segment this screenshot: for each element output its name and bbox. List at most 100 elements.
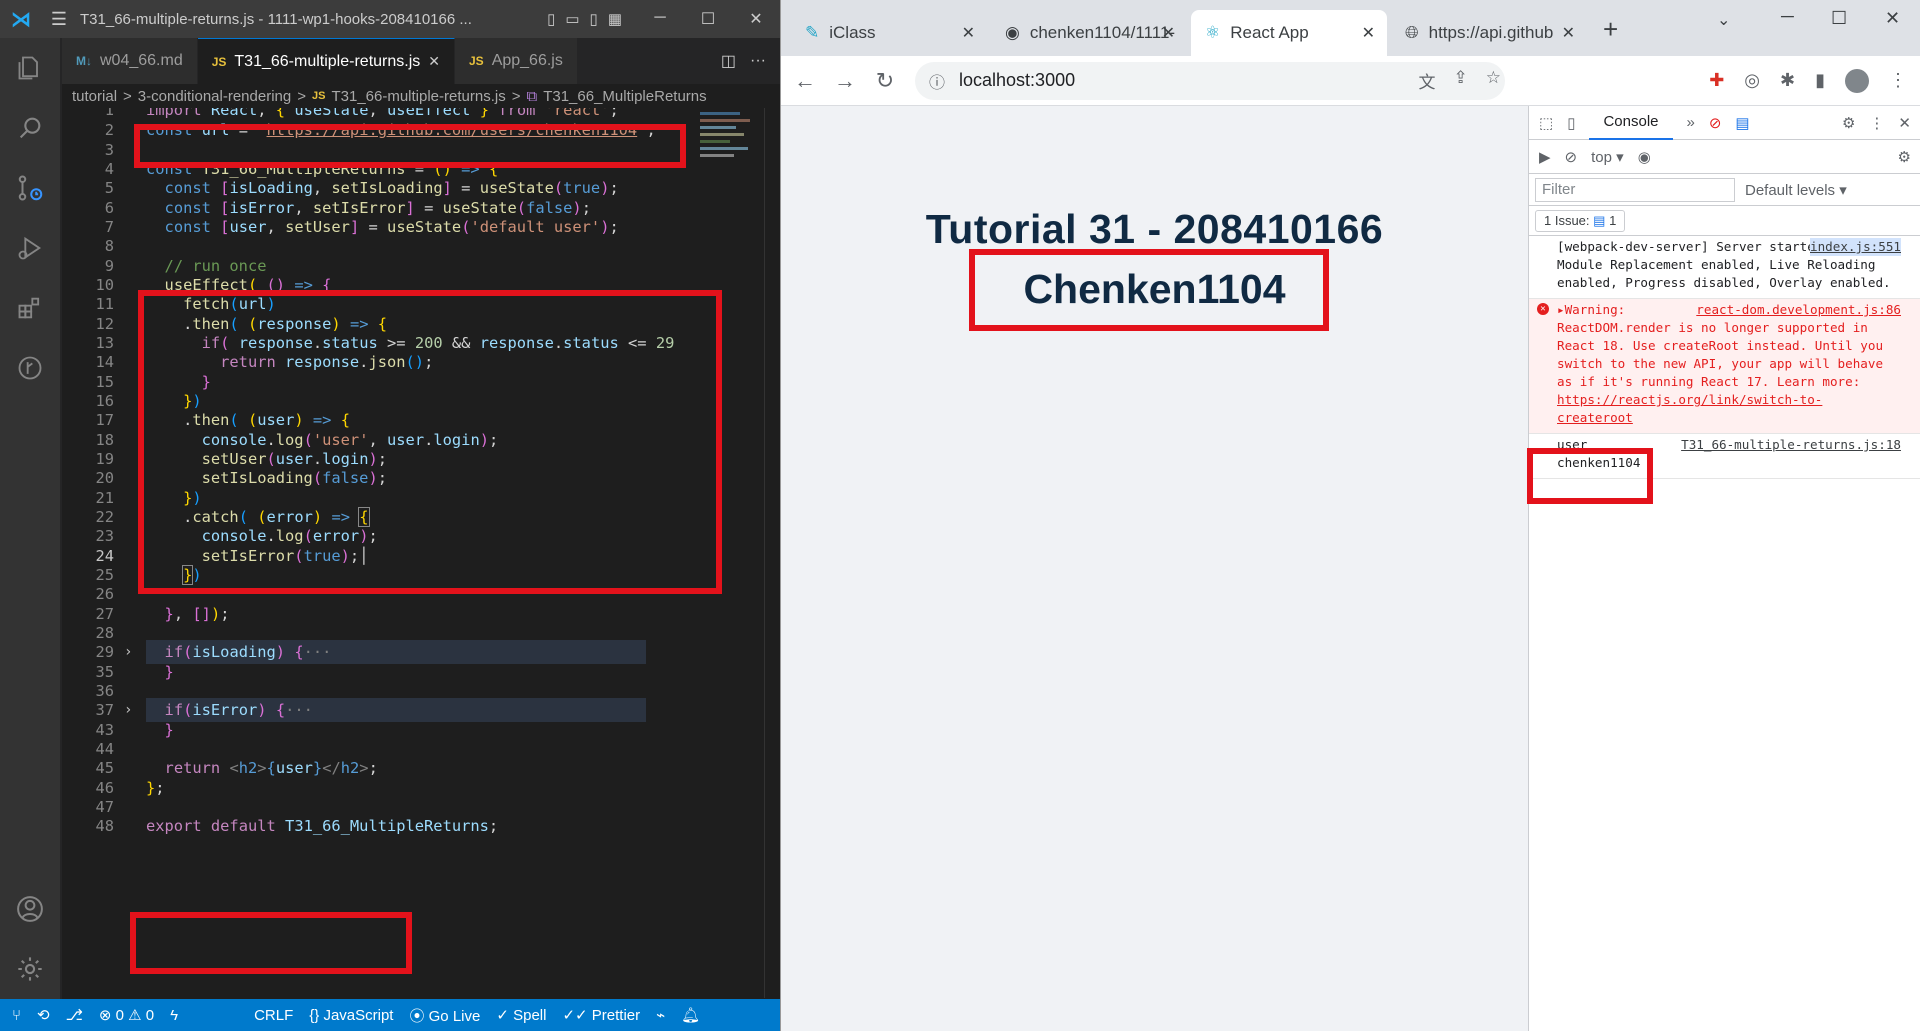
gear-icon[interactable]: [0, 939, 60, 999]
side-panel-icon[interactable]: ▮: [1815, 70, 1825, 91]
tab-w04-md[interactable]: M↓ w04_66.md: [62, 38, 198, 84]
log-label: user: [1557, 437, 1588, 452]
live-share-icon[interactable]: ⟲: [37, 1006, 50, 1024]
share-icon[interactable]: ⇪: [1454, 68, 1468, 93]
source-link[interactable]: index.js:551: [1810, 238, 1901, 256]
search-icon[interactable]: [0, 98, 60, 158]
explorer-icon[interactable]: [0, 38, 60, 98]
toggle-sidebar-icon[interactable]: ▯: [547, 10, 555, 28]
maximize-button[interactable]: ☐: [684, 9, 732, 29]
toggle-panel-icon[interactable]: ▭: [565, 10, 579, 28]
devtools-menu-icon[interactable]: ⋮: [1869, 114, 1884, 132]
profile-avatar[interactable]: [1845, 68, 1869, 93]
log-levels-dropdown[interactable]: Default levels ▾: [1745, 181, 1847, 199]
bookmark-star-icon[interactable]: ☆: [1486, 68, 1501, 93]
extensions-icon[interactable]: ✱: [1780, 70, 1795, 91]
filter-row: Filter Default levels ▾: [1529, 174, 1920, 206]
source-control-icon[interactable]: [0, 158, 60, 218]
devtools-tabbar: ⬚ ▯ Console » ⊘ ▤ ⚙ ⋮ ✕: [1529, 106, 1920, 140]
breadcrumb-item[interactable]: 3-conditional-rendering: [138, 88, 291, 105]
minimap[interactable]: [700, 108, 764, 188]
settings-gear-icon[interactable]: ⚙: [1842, 114, 1855, 132]
toggle-secondary-sidebar-icon[interactable]: ▯: [590, 10, 598, 28]
info-icon[interactable]: ⓘ: [929, 69, 945, 93]
close-tab-icon[interactable]: ✕: [1362, 23, 1375, 43]
clear-console-icon[interactable]: ⊘: [1565, 148, 1578, 166]
close-tab-icon[interactable]: ✕: [1562, 23, 1575, 43]
sidebar-toggle-icon[interactable]: ▶: [1539, 148, 1551, 166]
notifications-icon[interactable]: 🔔︎: [681, 1006, 700, 1024]
tab-github[interactable]: ◉ chenken1104/1111- ✕: [991, 10, 1187, 56]
more-actions-icon[interactable]: ···: [750, 52, 766, 70]
close-tab-icon[interactable]: ✕: [428, 53, 440, 70]
lightning-icon[interactable]: ϟ: [170, 1007, 178, 1024]
git-graph-icon[interactable]: [0, 338, 60, 398]
message-indicator-icon[interactable]: ▤: [1735, 114, 1749, 132]
issues-button[interactable]: 1 Issue: ▤ 1: [1535, 209, 1626, 232]
git-branch-icon[interactable]: ⎇: [66, 1006, 83, 1024]
more-menu-icon[interactable]: ⋮: [1889, 70, 1907, 91]
maximize-button[interactable]: ☐: [1831, 8, 1847, 29]
forward-button[interactable]: →: [825, 68, 865, 94]
tab-iclass[interactable]: ✎ iClass ✕: [791, 10, 987, 56]
close-button[interactable]: ✕: [1885, 8, 1900, 29]
code-line: 48 export default T31_66_MultipleReturns;: [62, 814, 762, 838]
new-tab-button[interactable]: +: [1603, 14, 1618, 45]
customize-layout-icon[interactable]: ▦: [608, 10, 622, 28]
language-mode[interactable]: {} JavaScript: [309, 1007, 393, 1024]
breadcrumb-item[interactable]: tutorial: [72, 88, 117, 105]
account-icon[interactable]: [0, 879, 60, 939]
address-bar[interactable]: ⓘ localhost:3000 文 ⇪ ☆: [915, 61, 1505, 100]
tab-multiple-returns[interactable]: JS T31_66-multiple-returns.js ✕: [197, 38, 455, 84]
warning-text: ReactDOM.render is no longer supported i…: [1557, 320, 1884, 389]
eol-indicator[interactable]: CRLF: [254, 1007, 293, 1024]
close-devtools-icon[interactable]: ✕: [1898, 114, 1920, 132]
warning-label[interactable]: ▸Warning:: [1557, 302, 1625, 317]
devtools-panel: ⬚ ▯ Console » ⊘ ▤ ⚙ ⋮ ✕ ▶ ⊘ top ▾ ◉ ⚙ Fi…: [1527, 106, 1920, 1031]
spell-button[interactable]: ✓ Spell: [496, 1006, 546, 1024]
remote-icon[interactable]: ⑂: [12, 1007, 21, 1024]
breadcrumb-item[interactable]: T31_66-multiple-returns.js: [331, 88, 505, 105]
menu-icon[interactable]: ☰: [42, 9, 76, 30]
back-button[interactable]: ←: [785, 68, 825, 94]
tab-react-app[interactable]: ⚛ React App ✕: [1191, 10, 1387, 56]
more-tabs-icon[interactable]: »: [1687, 114, 1695, 131]
iclass-icon: ✎: [805, 23, 820, 42]
editor-scrollbar[interactable]: [764, 108, 778, 998]
problems-indicator[interactable]: ⊗ 0 ⚠ 0: [99, 1006, 154, 1024]
breadcrumb-item[interactable]: T31_66_MultipleReturns: [543, 88, 706, 105]
log-value: chenken1104: [1557, 455, 1641, 470]
minimize-button[interactable]: ─: [1781, 6, 1794, 27]
filter-input[interactable]: Filter: [1535, 177, 1735, 202]
warning-link[interactable]: https://reactjs.org/link/switch-to-creat…: [1557, 392, 1822, 425]
source-link[interactable]: T31_66-multiple-returns.js:18: [1681, 436, 1901, 454]
extension-red-icon[interactable]: ✚: [1709, 70, 1724, 91]
prettier-button[interactable]: ✓✓ Prettier: [562, 1006, 640, 1024]
reload-button[interactable]: ↻: [865, 68, 905, 94]
error-indicator-icon[interactable]: ⊘: [1709, 114, 1722, 132]
extensions-icon[interactable]: [0, 278, 60, 338]
inspect-icon[interactable]: ⬚: [1539, 114, 1553, 132]
extension-ball-icon[interactable]: ◎: [1744, 70, 1760, 91]
tab-console[interactable]: Console: [1589, 106, 1673, 140]
run-debug-icon[interactable]: [0, 218, 60, 278]
layout-controls: ▯ ▭ ▯ ▦: [533, 10, 636, 28]
device-toggle-icon[interactable]: ▯: [1567, 114, 1575, 132]
close-tab-icon[interactable]: ✕: [962, 23, 975, 43]
tab-app-js[interactable]: JS App_66.js: [455, 38, 578, 84]
split-editor-icon[interactable]: ◫: [721, 51, 736, 71]
feedback-icon[interactable]: ⌁: [656, 1006, 665, 1024]
tab-api-github[interactable]: 🌐︎ https://api.github ✕: [1391, 10, 1587, 56]
translate-icon[interactable]: 文: [1419, 68, 1436, 93]
close-tab-icon[interactable]: ✕: [1162, 23, 1175, 43]
editor-tabs: M↓ w04_66.md JS T31_66-multiple-returns.js…: [62, 38, 780, 84]
tab-search-icon[interactable]: ⌄: [1717, 10, 1730, 30]
live-expression-icon[interactable]: ◉: [1638, 148, 1651, 166]
go-live-button[interactable]: ⦿ Go Live: [409, 1005, 480, 1026]
console-settings-icon[interactable]: ⚙: [1898, 148, 1920, 166]
code-editor[interactable]: 1 import React, { useState, useEffect } f…: [62, 108, 762, 998]
close-button[interactable]: ✕: [732, 9, 780, 29]
minimize-button[interactable]: ─: [636, 9, 684, 29]
source-link[interactable]: react-dom.development.js:86: [1696, 301, 1901, 319]
context-selector[interactable]: top ▾: [1591, 148, 1624, 166]
